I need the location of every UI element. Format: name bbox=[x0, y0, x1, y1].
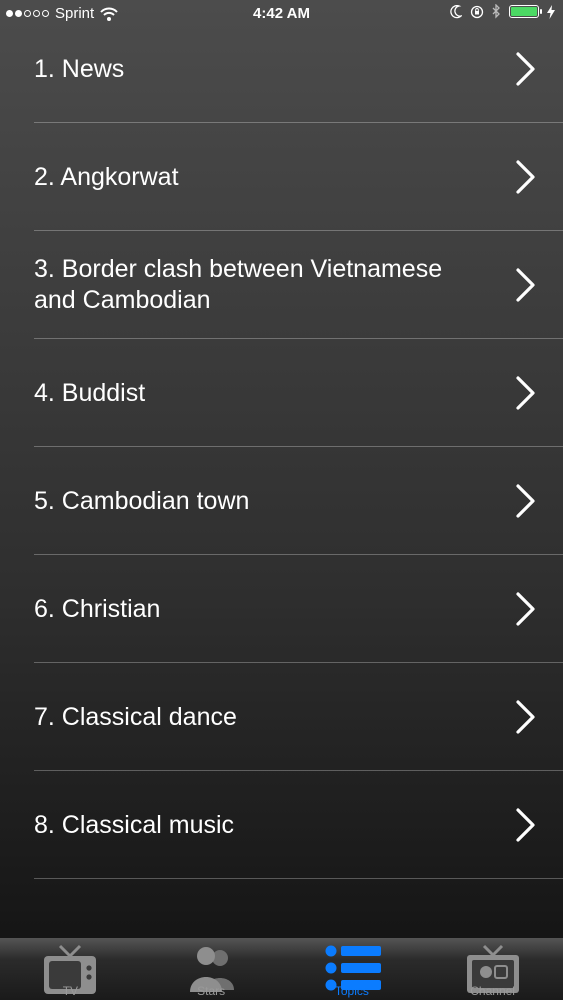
list-item-label: 1. News bbox=[34, 54, 125, 83]
chevron-right-icon bbox=[516, 592, 535, 626]
list-item-label: 5. Cambodian town bbox=[34, 486, 250, 515]
list-item[interactable]: 1. News bbox=[0, 15, 563, 123]
chevron-right-icon bbox=[516, 700, 535, 734]
list-item-label: 6. Christian bbox=[34, 594, 161, 623]
list-item[interactable]: 8. Classical music bbox=[0, 771, 563, 879]
chevron-right-icon bbox=[516, 376, 535, 410]
list-item-label: 8. Classical music bbox=[34, 810, 235, 839]
list-item-label: 2. Angkorwat bbox=[34, 162, 179, 191]
chevron-right-icon bbox=[516, 52, 535, 86]
tab-channel[interactable]: Channel bbox=[422, 938, 563, 1000]
list-item[interactable]: 4. Buddist bbox=[0, 339, 563, 447]
tab-tv[interactable]: TV bbox=[0, 938, 141, 1000]
tab-label: Stars bbox=[197, 984, 226, 998]
list-item-label: 3. Border clash between Vietnamese and C… bbox=[34, 255, 443, 314]
topics-list: 1. News 2. Angkorwat 3. Border clash bet… bbox=[0, 15, 563, 879]
chevron-right-icon bbox=[516, 268, 535, 302]
tab-label: TV bbox=[62, 984, 79, 998]
list-item[interactable]: 5. Cambodian town bbox=[0, 447, 563, 555]
list-item-label: 4. Buddist bbox=[34, 378, 146, 407]
chevron-right-icon bbox=[516, 808, 535, 842]
list-item[interactable]: 7. Classical dance bbox=[0, 663, 563, 771]
tab-label: Topics bbox=[334, 984, 369, 998]
list-item-label: 7. Classical dance bbox=[34, 702, 237, 731]
chevron-right-icon bbox=[516, 484, 535, 518]
chevron-right-icon bbox=[516, 160, 535, 194]
tab-topics[interactable]: Topics bbox=[282, 938, 423, 1000]
list-item[interactable]: 2. Angkorwat bbox=[0, 123, 563, 231]
list-item[interactable]: 3. Border clash between Vietnamese and C… bbox=[0, 231, 563, 339]
list-item[interactable]: 6. Christian bbox=[0, 555, 563, 663]
tab-bar: TV Stars Topics Channel bbox=[0, 938, 563, 1000]
tab-label: Channel bbox=[470, 984, 515, 998]
tab-stars[interactable]: Stars bbox=[141, 938, 282, 1000]
